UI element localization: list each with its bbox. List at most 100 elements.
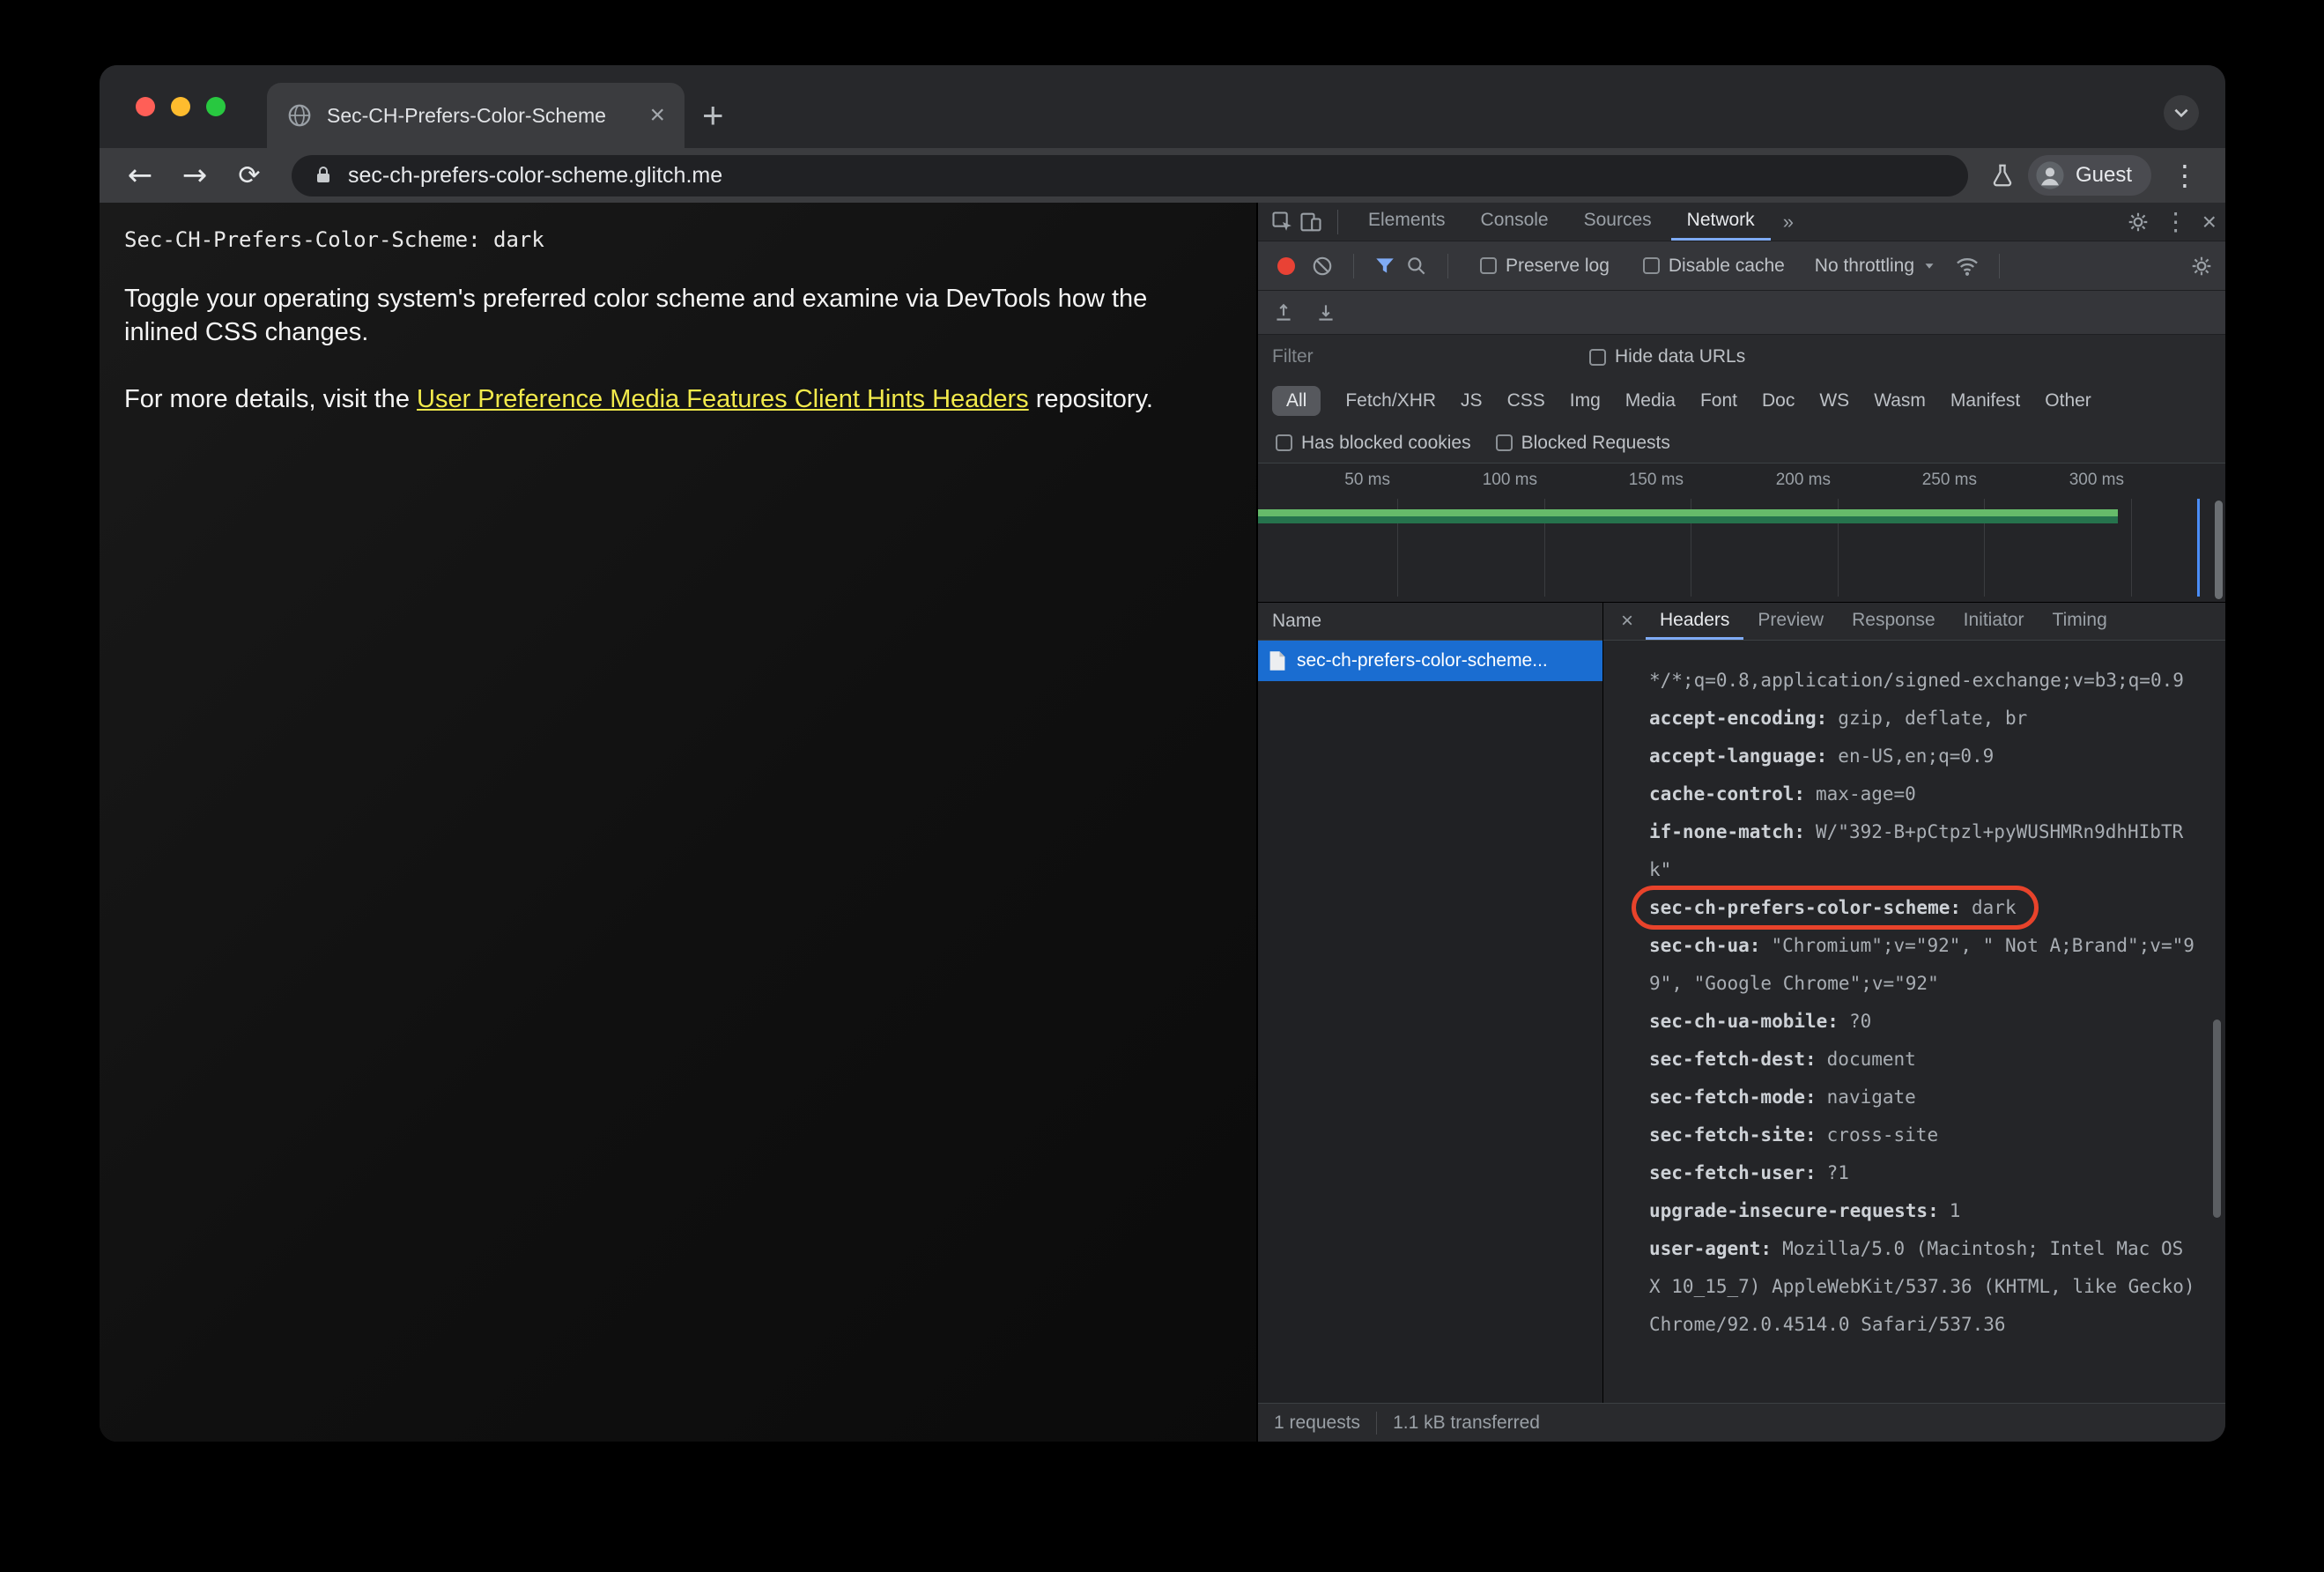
labs-beaker-icon[interactable] [1989, 162, 2016, 189]
network-toolbar: Preserve log Disable cache No throttling [1258, 241, 2225, 291]
pill-other[interactable]: Other [2045, 390, 2091, 412]
pill-media[interactable]: Media [1625, 390, 1676, 412]
pill-js[interactable]: JS [1461, 390, 1483, 412]
blocked-filters-row: Has blocked cookies Blocked Requests [1258, 423, 2225, 463]
settings-gear-icon[interactable] [2127, 211, 2150, 234]
tab-console[interactable]: Console [1465, 203, 1565, 241]
import-har-icon[interactable] [1272, 301, 1295, 324]
divider [1353, 253, 1354, 278]
ruler-tick: 300 ms [2069, 471, 2124, 489]
network-status-bar: 1 requests 1.1 kB transferred [1258, 1403, 2225, 1442]
pill-fetch-xhr[interactable]: Fetch/XHR [1345, 390, 1436, 412]
pill-wasm[interactable]: Wasm [1874, 390, 1926, 412]
zoom-window-button[interactable] [206, 97, 226, 116]
network-settings-gear-icon[interactable] [2190, 255, 2213, 278]
reload-button[interactable]: ⟳ [228, 160, 270, 191]
devtools-menu-icon[interactable]: ⋮ [2164, 209, 2188, 234]
chevron-down-icon [1925, 263, 1934, 269]
search-icon[interactable] [1405, 255, 1428, 278]
network-filter-input[interactable] [1272, 346, 1554, 367]
more-tabs-icon[interactable]: » [1774, 211, 1802, 234]
tab-close-icon[interactable]: × [646, 102, 669, 129]
details-tab-initiator[interactable]: Initiator [1950, 603, 2039, 640]
paragraph-2-prefix: For more details, visit the [124, 385, 417, 413]
lock-icon[interactable] [313, 164, 334, 187]
network-conditions-icon[interactable] [1955, 254, 1980, 278]
ruler-tick: 200 ms [1775, 471, 1831, 489]
request-headers-pane[interactable]: */*;q=0.8,application/signed-exchange;v=… [1603, 641, 2225, 1403]
throttling-select[interactable]: No throttling [1815, 256, 1937, 277]
blocked-requests-checkbox[interactable] [1495, 434, 1513, 451]
inspect-element-icon[interactable] [1270, 210, 1295, 234]
back-button[interactable]: ← [119, 158, 161, 193]
details-tab-timing[interactable]: Timing [2039, 603, 2121, 640]
pill-doc[interactable]: Doc [1762, 390, 1795, 412]
disable-cache-checkbox[interactable] [1642, 257, 1660, 274]
has-blocked-cookies-label: Has blocked cookies [1301, 432, 1471, 453]
forward-button[interactable]: → [174, 158, 216, 193]
header-line: sec-ch-ua: "Chromium";v="92", " Not A;Bra… [1649, 935, 2194, 994]
preserve-log-label: Preserve log [1506, 255, 1610, 276]
details-tab-bar: × Headers Preview Response Initiator Tim… [1603, 603, 2225, 641]
details-tab-headers[interactable]: Headers [1646, 603, 1744, 640]
close-window-button[interactable] [136, 97, 155, 116]
request-details: × Headers Preview Response Initiator Tim… [1603, 603, 2225, 1403]
dom-content-loaded-line [2197, 499, 2200, 597]
hide-data-urls-label: Hide data URLs [1615, 346, 1746, 367]
export-har-icon[interactable] [1314, 301, 1337, 324]
header-line: sec-ch-ua-mobile: ?0 [1649, 1011, 1872, 1032]
network-filter-row: Hide data URLs [1258, 335, 2225, 379]
header-line: accept-language: en-US,en;q=0.9 [1649, 745, 1995, 767]
avatar-icon [2035, 160, 2065, 190]
details-scrollbar[interactable] [2213, 1020, 2221, 1218]
pill-css[interactable]: CSS [1507, 390, 1545, 412]
profile-label: Guest [2075, 163, 2132, 187]
tab-sources[interactable]: Sources [1568, 203, 1668, 241]
details-tab-response[interactable]: Response [1838, 603, 1950, 640]
clear-icon[interactable] [1311, 255, 1334, 278]
new-tab-button[interactable]: + [685, 83, 742, 148]
header-line: if-none-match: W/"392-B+pCtpzl+pyWUSHMRn9… [1649, 821, 2184, 880]
header-line: sec-fetch-mode: navigate [1649, 1086, 1916, 1108]
tab-search-button[interactable] [2164, 95, 2199, 130]
gridline [2131, 499, 2132, 597]
pill-ws[interactable]: WS [1819, 390, 1849, 412]
pill-all[interactable]: All [1272, 386, 1321, 416]
has-blocked-cookies-checkbox[interactable] [1276, 434, 1292, 451]
request-row[interactable]: sec-ch-prefers-color-scheme... [1258, 641, 1602, 681]
tab-elements[interactable]: Elements [1352, 203, 1462, 241]
network-overview[interactable]: 50 ms 100 ms 150 ms 200 ms 250 ms 300 ms [1258, 463, 2225, 603]
resource-type-filters: All Fetch/XHR JS CSS Img Media Font Doc … [1258, 379, 2225, 423]
record-button[interactable] [1277, 256, 1295, 275]
page-paragraph-1: Toggle your operating system's preferred… [124, 285, 1148, 346]
close-details-icon[interactable]: × [1609, 609, 1646, 634]
requests-name-header[interactable]: Name [1258, 603, 1602, 641]
blocked-requests-option: Blocked Requests [1495, 433, 1670, 454]
profile-chip[interactable]: Guest [2027, 155, 2151, 196]
divider [1999, 253, 2001, 278]
client-hints-repo-link[interactable]: User Preference Media Features Client Hi… [417, 385, 1029, 413]
filter-funnel-icon[interactable] [1373, 255, 1396, 278]
hide-data-urls-checkbox[interactable] [1589, 348, 1606, 366]
overview-scrollbar[interactable] [2215, 501, 2223, 599]
details-tab-preview[interactable]: Preview [1743, 603, 1838, 640]
ruler-tick: 50 ms [1344, 471, 1390, 489]
page-code-line: Sec-CH-Prefers-Color-Scheme: dark [124, 227, 544, 252]
devtools-close-icon[interactable]: × [2202, 209, 2217, 234]
overview-activity-bar [1258, 509, 2118, 523]
tab-network[interactable]: Network [1670, 203, 1771, 241]
minimize-window-button[interactable] [171, 97, 190, 116]
browser-tab[interactable]: Sec-CH-Prefers-Color-Scheme × [267, 83, 685, 148]
ruler-tick: 150 ms [1628, 471, 1684, 489]
device-toolbar-icon[interactable] [1299, 210, 1323, 234]
paragraph-2-suffix: repository. [1028, 385, 1153, 413]
browser-menu-icon[interactable]: ⋮ [2164, 159, 2206, 192]
pill-img[interactable]: Img [1570, 390, 1601, 412]
preserve-log-checkbox[interactable] [1480, 257, 1497, 274]
pill-manifest[interactable]: Manifest [1950, 390, 2020, 412]
pill-font[interactable]: Font [1700, 390, 1737, 412]
address-bar[interactable]: sec-ch-prefers-color-scheme.glitch.me [292, 154, 1968, 196]
header-line: user-agent: Mozilla/5.0 (Macintosh; Intel… [1649, 1238, 2195, 1335]
preserve-log-option: Preserve log [1480, 256, 1610, 277]
network-main: Name sec-ch-prefers-color-scheme... × He… [1258, 603, 2225, 1403]
